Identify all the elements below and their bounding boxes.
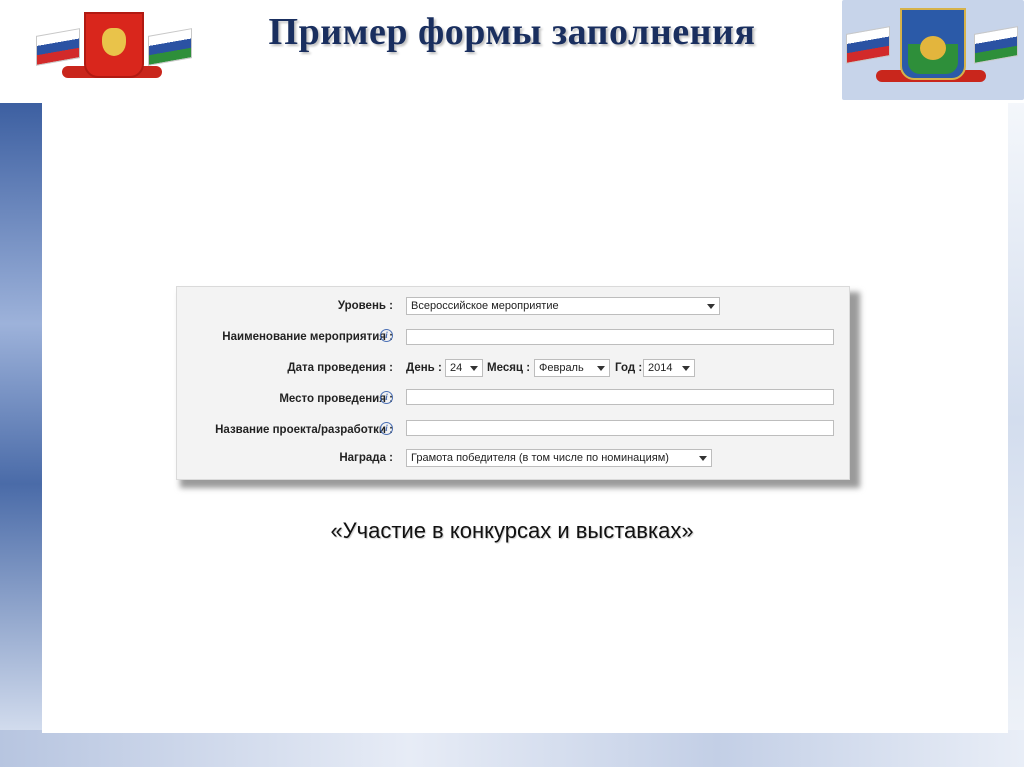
- level-label: Уровень :: [337, 300, 393, 312]
- chevron-down-icon: [682, 366, 690, 371]
- lion-eagle-shield-icon: [900, 8, 966, 80]
- place-label: Место проведения :: [279, 393, 393, 405]
- year-select[interactable]: 2014: [643, 359, 695, 377]
- belgorod-flag-icon: [974, 26, 1018, 64]
- event-name-label: Наименование мероприятия :: [222, 331, 393, 343]
- russia-coat-of-arms-emblem: [32, 8, 192, 88]
- month-label: Месяц :: [487, 362, 531, 374]
- double-headed-eagle-icon: [84, 12, 144, 78]
- level-select[interactable]: Всероссийское мероприятие: [406, 297, 720, 315]
- chevron-down-icon: [597, 366, 605, 371]
- project-name-input[interactable]: [406, 420, 834, 436]
- background-bottom-strip: [0, 730, 1024, 767]
- russia-flag-icon: [846, 26, 890, 64]
- chevron-down-icon: [470, 366, 478, 371]
- level-select-value: Всероссийское мероприятие: [411, 300, 559, 312]
- year-label: Год :: [615, 362, 643, 374]
- russia-flag-icon: [36, 28, 80, 66]
- form-row-place: Место проведения : i: [177, 387, 849, 411]
- day-label: День :: [406, 362, 442, 374]
- day-select[interactable]: 24: [445, 359, 483, 377]
- chevron-down-icon: [699, 456, 707, 461]
- info-icon[interactable]: i: [380, 422, 393, 435]
- award-select[interactable]: Грамота победителя (в том числе по номин…: [406, 449, 712, 467]
- info-icon[interactable]: i: [380, 329, 393, 342]
- form-row-award: Награда : Грамота победителя (в том числ…: [177, 446, 849, 470]
- award-select-value: Грамота победителя (в том числе по номин…: [411, 452, 669, 464]
- page-title: Пример формы заполнения: [268, 11, 756, 53]
- place-input[interactable]: [406, 389, 834, 405]
- day-select-value: 24: [450, 362, 463, 374]
- year-select-value: 2014: [648, 362, 673, 374]
- form-row-project-name: Название проекта/разработки : i: [177, 418, 849, 442]
- award-label: Награда :: [339, 452, 393, 464]
- form-row-level: Уровень : Всероссийское мероприятие: [177, 294, 849, 318]
- belgorod-coat-of-arms-emblem: [842, 0, 1024, 100]
- form-row-date: Дата проведения : День : 24 Месяц : Февр…: [177, 356, 849, 380]
- slide-caption: «Участие в конкурсах и выставках»: [330, 518, 694, 543]
- date-label: Дата проведения :: [287, 362, 393, 374]
- belgorod-flag-icon: [148, 28, 192, 66]
- month-select[interactable]: Февраль: [534, 359, 610, 377]
- project-name-label: Название проекта/разработки :: [215, 424, 393, 436]
- info-icon[interactable]: i: [380, 391, 393, 404]
- background-right-strip: [1008, 100, 1024, 740]
- form-row-event-name: Наименование мероприятия : i: [177, 325, 849, 349]
- event-name-input[interactable]: [406, 329, 834, 345]
- background-left-strip: [0, 100, 42, 740]
- event-form: Уровень : Всероссийское мероприятие Наим…: [176, 286, 850, 480]
- chevron-down-icon: [707, 304, 715, 309]
- month-select-value: Февраль: [539, 362, 584, 374]
